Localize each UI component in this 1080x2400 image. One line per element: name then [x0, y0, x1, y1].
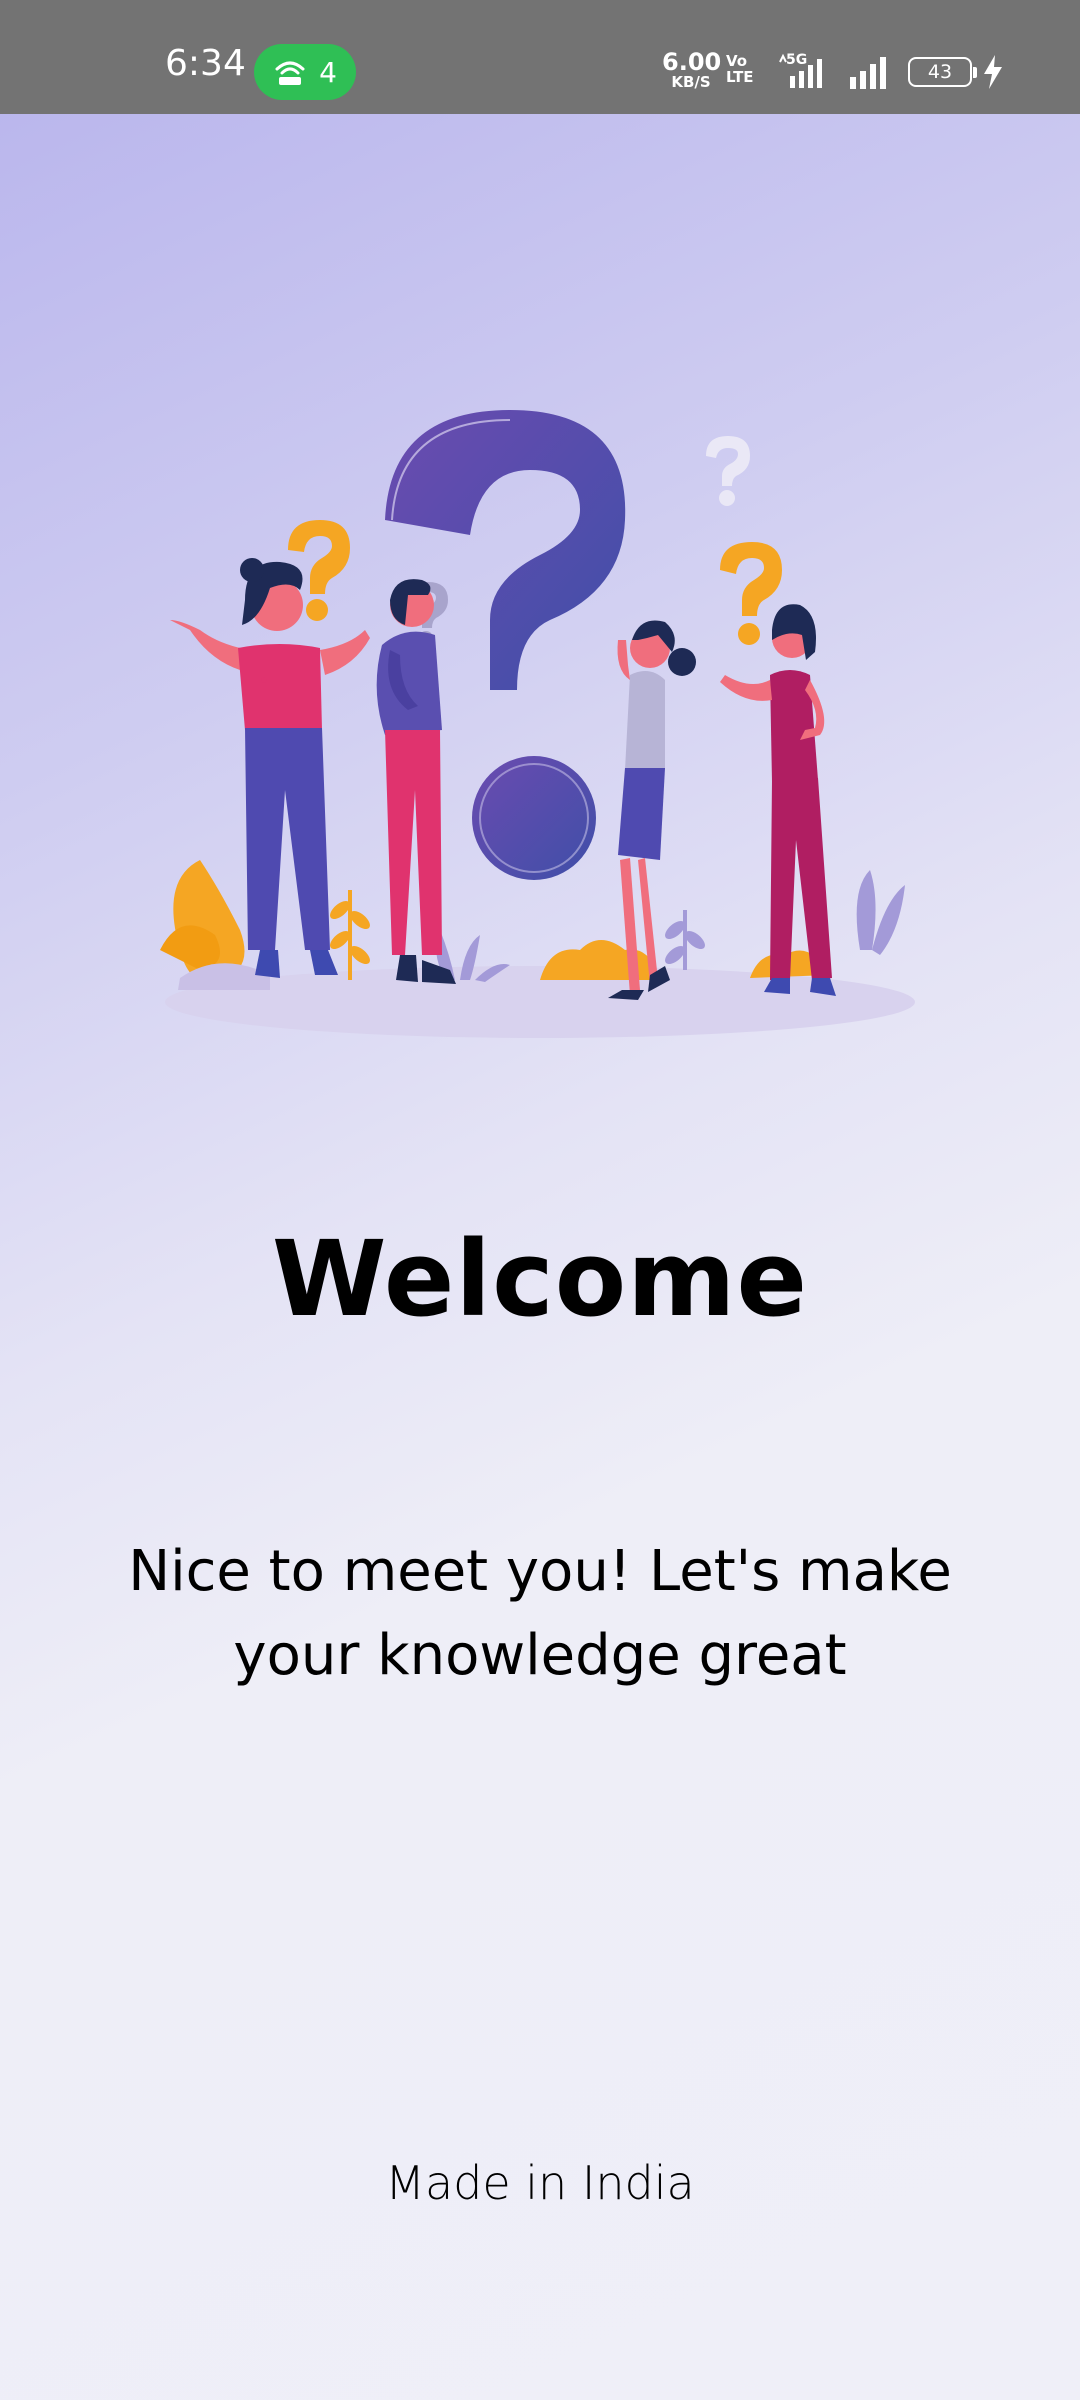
signal-5g-icon: 5G: [779, 52, 822, 88]
status-time: 6:34: [165, 43, 246, 84]
network-speed-unit: KB/S: [671, 73, 711, 91]
volte-line2: LTE: [726, 67, 754, 86]
signal-icon: [850, 57, 886, 89]
people-question-mark-illustration: [160, 410, 915, 1038]
battery-indicator: 43: [908, 57, 977, 87]
welcome-subtitle: Nice to meet you! Let's make your knowle…: [60, 1530, 1020, 1698]
person-man: [376, 579, 456, 984]
network-type-label: 5G: [786, 52, 807, 68]
subtitle-line-2: your knowledge great: [233, 1623, 847, 1688]
volte-indicator: Vo LTE: [726, 53, 754, 86]
person-woman-middle: [608, 620, 696, 1000]
person-woman-right: [720, 604, 836, 996]
bush-center: [540, 940, 660, 980]
network-speed-value: 6.00: [662, 48, 722, 76]
footer-made-in: Made in India: [385, 2156, 695, 2210]
question-mark-white-icon: [706, 436, 750, 506]
page-title: Welcome: [271, 1218, 809, 1340]
subtitle-line-1: Nice to meet you! Let's make: [128, 1539, 952, 1604]
network-speed: 6.00 KB/S: [662, 48, 722, 91]
hotspot-icon: [275, 61, 305, 85]
charging-icon: [984, 55, 1002, 89]
battery-level: 43: [927, 61, 953, 83]
hotspot-indicator[interactable]: 4: [254, 44, 356, 100]
hotspot-count: 4: [319, 55, 337, 89]
status-bar: 6:34 4 6.00 KB/S Vo LTE 5G 43: [0, 0, 1080, 114]
